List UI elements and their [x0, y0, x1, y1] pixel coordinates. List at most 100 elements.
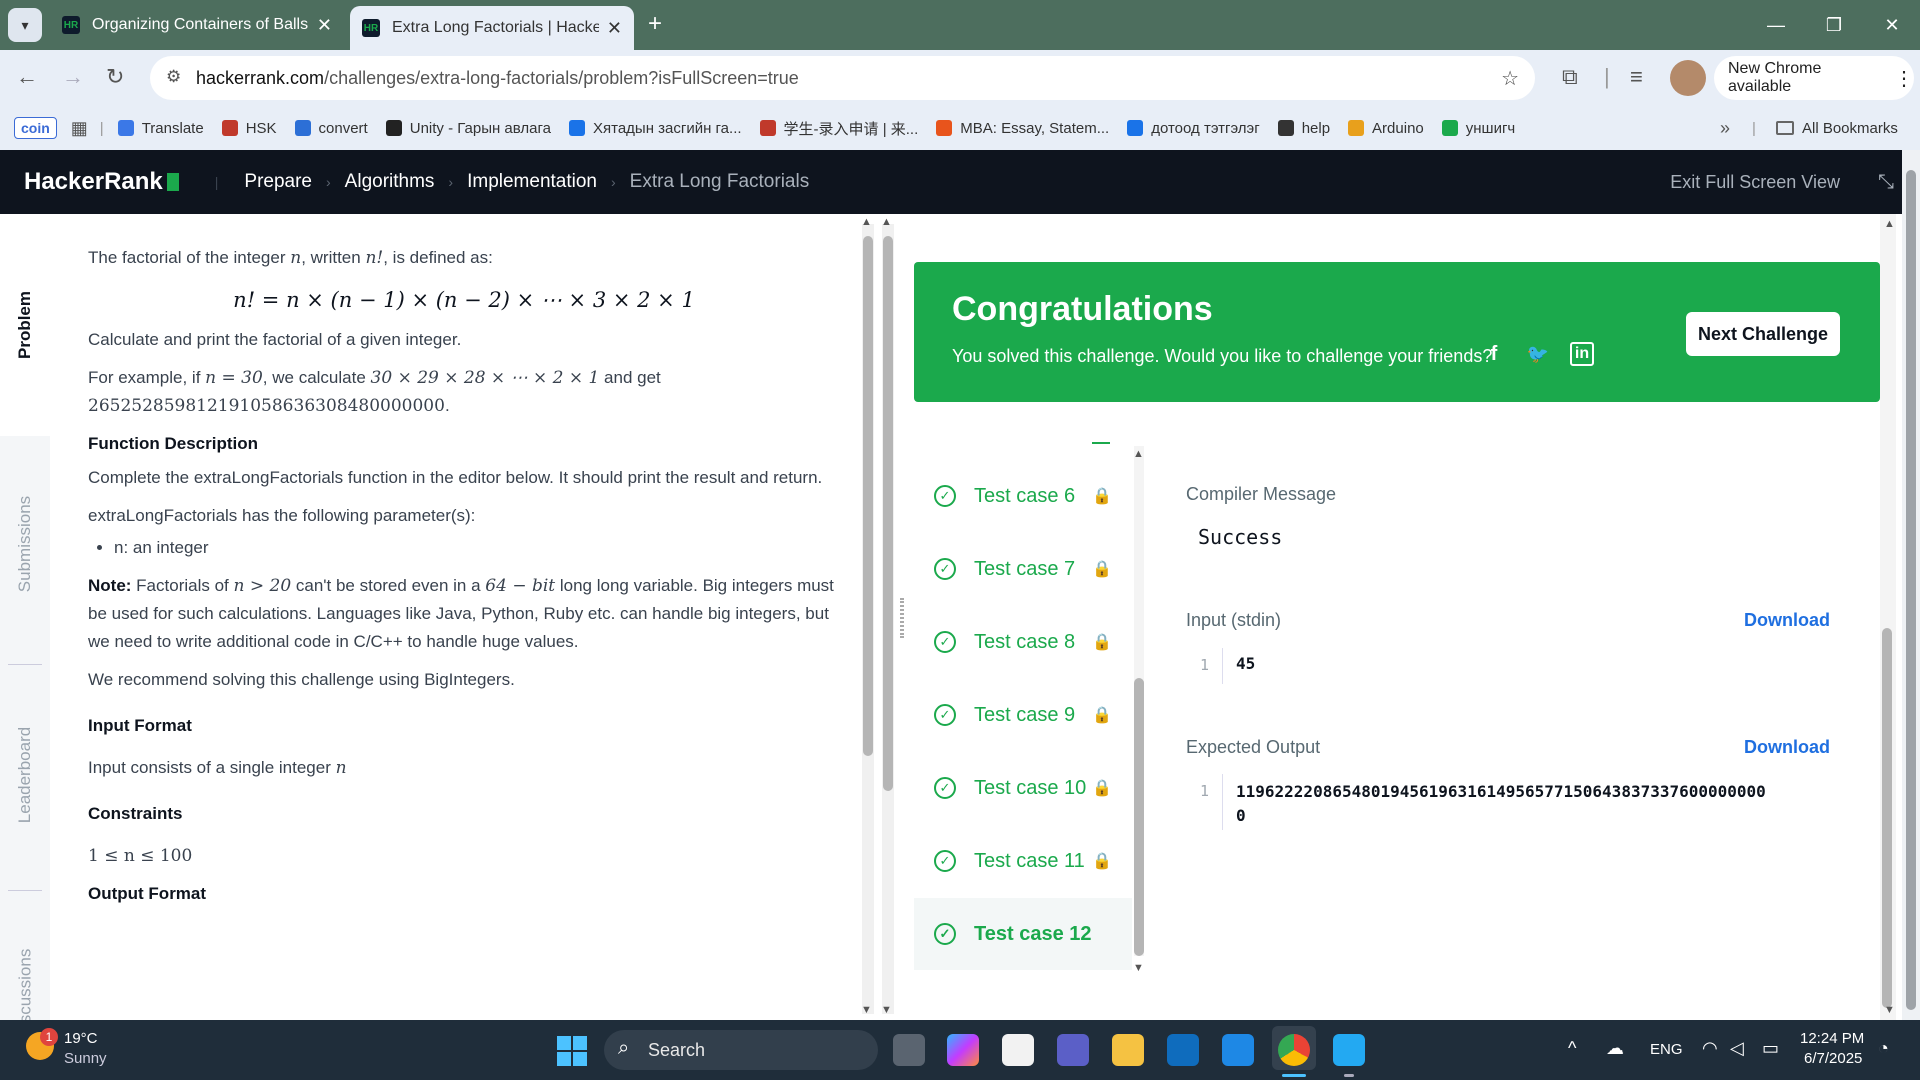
weather-temp[interactable]: 19°C — [64, 1030, 98, 1047]
scroll-down-icon[interactable]: ▼ — [1884, 1004, 1895, 1016]
hackerrank-logo[interactable]: HackerRank — [24, 168, 179, 196]
scroll-down-icon[interactable]: ▼ — [881, 1004, 892, 1016]
scroll-down-icon[interactable]: ▼ — [861, 1004, 872, 1016]
extensions-icon[interactable]: ⧉ — [1562, 64, 1578, 90]
page-scrollbar[interactable] — [1902, 150, 1920, 1020]
scrollbar-thumb[interactable] — [883, 236, 893, 791]
more-bookmarks-icon[interactable]: » — [1720, 118, 1730, 139]
scroll-up-icon[interactable]: ▲ — [861, 216, 872, 228]
close-window-icon[interactable]: ✕ — [1864, 0, 1920, 50]
test-case-item[interactable]: ✓ Test case 11 🔒 — [914, 825, 1132, 897]
reload-icon[interactable]: ↻ — [106, 64, 124, 90]
url-input[interactable]: ⚙ hackerrank.com/challenges/extra-long-f… — [150, 56, 1535, 100]
tab-extra-long-factorials[interactable]: HR Extra Long Factorials | HackerRa ✕ — [350, 6, 634, 50]
clock-date[interactable]: 6/7/2025 — [1804, 1050, 1862, 1067]
editor-scrollbar[interactable] — [882, 224, 894, 1014]
media-control-icon[interactable]: ≡ — [1630, 64, 1643, 90]
bookmark-item[interactable]: HSK — [221, 120, 277, 137]
bookmark-item[interactable]: Unity - Гарын авлага — [385, 120, 551, 137]
site-info-icon[interactable]: ⚙ — [166, 67, 181, 87]
side-tab-leaderboard[interactable]: Leaderboard — [0, 670, 50, 880]
battery-icon[interactable]: ▭ — [1762, 1038, 1779, 1059]
breadcrumb-prepare[interactable]: Prepare — [244, 171, 312, 193]
exit-full-screen-icon[interactable]: ⤡ — [1878, 171, 1894, 194]
notifications-icon[interactable]: ◔ — [1878, 1038, 1889, 1059]
new-chrome-available-button[interactable]: New Chrome available ⋮ — [1714, 56, 1914, 100]
scrollbar-thumb[interactable] — [863, 236, 873, 756]
vscode-icon[interactable] — [1333, 1034, 1365, 1066]
breadcrumb-algorithms[interactable]: Algorithms — [345, 171, 435, 193]
new-tab-icon[interactable]: + — [648, 10, 662, 38]
tab-organizing-containers[interactable]: HR Organizing Containers of Balls | ✕ — [50, 6, 344, 44]
task-view-icon[interactable] — [893, 1034, 925, 1066]
bookmark-label: help — [1301, 119, 1331, 137]
bookmark-item[interactable]: convert — [294, 120, 368, 137]
copilot-icon[interactable] — [947, 1034, 979, 1066]
windows-start-icon[interactable] — [557, 1036, 587, 1066]
bookmark-item[interactable]: Translate — [117, 120, 204, 137]
bookmark-item[interactable]: Хятадын засгийн га... — [568, 120, 742, 137]
test-case-item[interactable]: ✓ Test case 7 🔒 — [914, 533, 1132, 605]
problem-scrollbar[interactable] — [862, 224, 874, 1014]
all-bookmarks-folder[interactable]: All Bookmarks — [1776, 120, 1898, 137]
test-case-item[interactable]: ✓ Test case 6 🔒 — [914, 460, 1132, 532]
volume-icon[interactable]: ◁ — [1730, 1038, 1744, 1059]
file-explorer-icon[interactable] — [1112, 1034, 1144, 1066]
close-tab-icon[interactable]: ✕ — [607, 18, 622, 39]
next-challenge-button[interactable]: Next Challenge — [1686, 312, 1840, 356]
taskbar-search-box[interactable]: ⌕ Search — [604, 1030, 878, 1070]
bookmark-item[interactable]: дотоод тэтгэлэг — [1127, 120, 1260, 137]
show-hidden-icons-icon[interactable]: ^ — [1568, 1038, 1576, 1059]
bookmark-coin[interactable]: coin — [14, 117, 57, 139]
test-case-item[interactable]: ✓ Test case 10 🔒 — [914, 752, 1132, 824]
teams-icon[interactable] — [1057, 1034, 1089, 1066]
back-icon[interactable]: ← — [16, 64, 38, 90]
exit-full-screen-link[interactable]: Exit Full Screen View — [1670, 172, 1840, 193]
facebook-icon[interactable]: f — [1482, 342, 1506, 366]
onedrive-icon[interactable]: ☁ — [1606, 1038, 1624, 1059]
forward-icon[interactable]: → — [62, 64, 84, 90]
scroll-up-icon[interactable]: ▲ — [1133, 448, 1144, 460]
bookmark-item[interactable]: MBA: Essay, Statem... — [936, 120, 1109, 137]
bookmark-item[interactable]: уншигч — [1441, 120, 1515, 137]
test-case-item[interactable]: ✓ Test case 12 — [914, 898, 1132, 970]
tab-search-chevron-icon[interactable]: ▾ — [8, 8, 42, 42]
divider — [1222, 774, 1223, 830]
side-tab-problem[interactable]: Problem — [0, 214, 50, 436]
results-scrollbar[interactable] — [1880, 214, 1896, 1020]
test-case-scrollbar[interactable] — [1134, 446, 1144, 956]
test-case-item[interactable]: ✓ Test case 9 🔒 — [914, 679, 1132, 751]
bookmark-item[interactable]: help — [1277, 119, 1331, 137]
microsoft-store-icon[interactable] — [1002, 1034, 1034, 1066]
twitter-icon[interactable]: 🐦 — [1526, 342, 1550, 366]
minimize-icon[interactable]: — — [1748, 0, 1804, 50]
close-tab-icon[interactable]: ✕ — [317, 15, 332, 36]
restore-icon[interactable]: ❐ — [1806, 0, 1862, 50]
breadcrumb-implementation[interactable]: Implementation — [467, 171, 597, 193]
outlook-icon[interactable] — [1167, 1034, 1199, 1066]
wifi-icon[interactable]: ◠ — [1702, 1038, 1718, 1059]
scroll-up-icon[interactable]: ▲ — [881, 216, 892, 228]
more-menu-icon[interactable]: ⋮ — [1894, 66, 1914, 91]
download-expected-link[interactable]: Download — [1744, 737, 1830, 758]
scrollbar-thumb[interactable] — [1906, 170, 1916, 1010]
bookmark-item[interactable]: Arduino — [1348, 120, 1424, 137]
clock-time[interactable]: 12:24 PM — [1800, 1030, 1864, 1047]
linkedin-icon[interactable]: in — [1570, 342, 1594, 366]
breadcrumb-current: Extra Long Factorials — [629, 171, 810, 192]
profile-avatar[interactable] — [1670, 60, 1706, 96]
scroll-down-icon[interactable]: ▼ — [1133, 962, 1144, 974]
language-indicator[interactable]: ENG — [1650, 1041, 1683, 1058]
test-case-item[interactable]: ✓ Test case 8 🔒 — [914, 606, 1132, 678]
bookmark-item[interactable]: 学生-录入申请 | 来... — [759, 118, 918, 139]
apps-grid-icon[interactable]: ▦ — [71, 118, 88, 139]
bookmark-star-icon[interactable]: ☆ — [1501, 66, 1519, 91]
bookmark-favicon-icon — [759, 120, 776, 136]
taskbar-app-icon[interactable] — [1222, 1034, 1254, 1066]
download-input-link[interactable]: Download — [1744, 610, 1830, 631]
scrollbar-thumb[interactable] — [1882, 628, 1892, 1008]
scroll-up-icon[interactable]: ▲ — [1884, 218, 1895, 230]
scrollbar-thumb[interactable] — [1134, 678, 1144, 956]
chrome-icon[interactable] — [1278, 1034, 1310, 1066]
side-tab-submissions[interactable]: Submissions — [0, 446, 50, 642]
